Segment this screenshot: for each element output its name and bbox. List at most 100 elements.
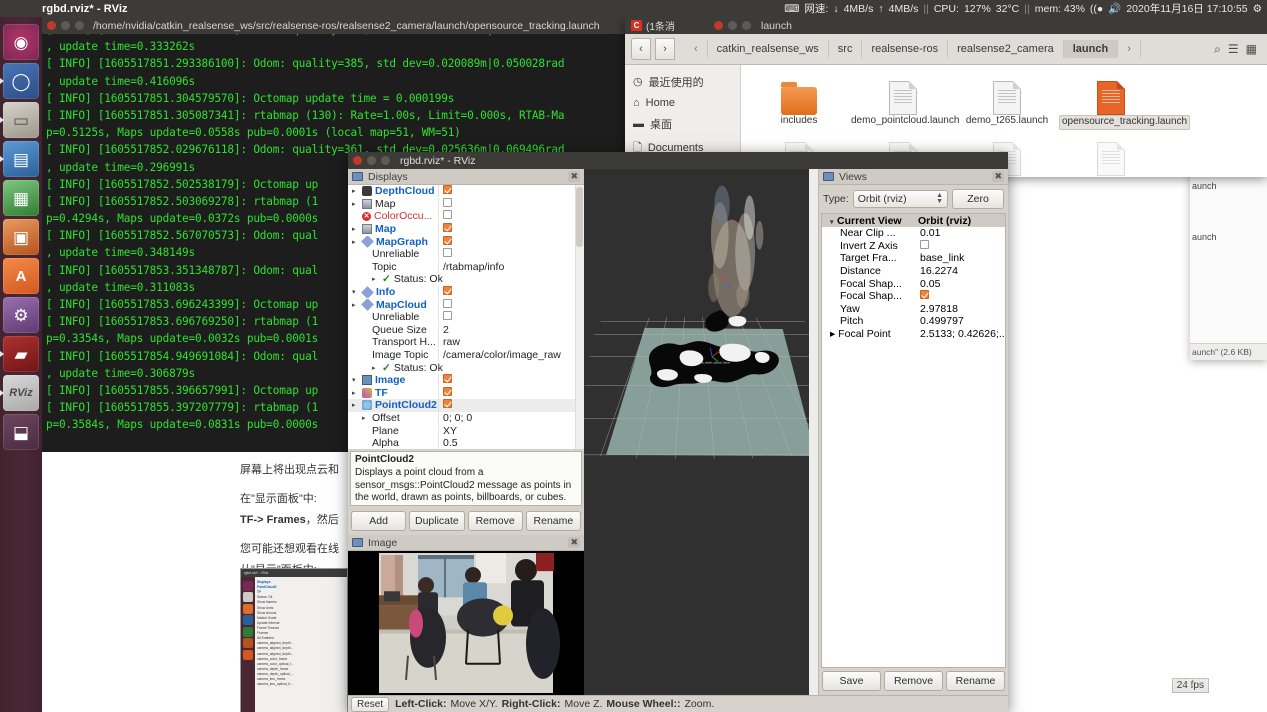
forward-button[interactable]: › <box>655 38 675 60</box>
display-row[interactable]: Unreliable <box>348 311 584 324</box>
scrollbar-thumb[interactable] <box>576 187 583 247</box>
display-row[interactable]: ▸ ✓ Status: Ok <box>348 273 584 286</box>
list-view-icon[interactable]: ☰ <box>1228 42 1239 56</box>
wifi-icon[interactable]: ((● <box>1090 3 1103 15</box>
view-type-select[interactable]: Orbit (rviz) ▲ ▼ <box>852 189 948 209</box>
save-view-button[interactable]: Save <box>822 671 881 691</box>
display-row-value[interactable] <box>438 374 584 387</box>
breadcrumb-realsense-ros[interactable]: realsense-ros <box>862 40 949 58</box>
display-row-value[interactable]: /rtabmap/info <box>438 260 584 273</box>
checkbox[interactable] <box>443 298 452 308</box>
view-property-row[interactable]: Focal Shap... 0.05 <box>822 277 1005 290</box>
expand-triangle-icon[interactable]: ▸ <box>352 187 359 195</box>
display-row[interactable]: Queue Size 2 <box>348 323 584 337</box>
terminal-minimize-button[interactable] <box>61 21 70 30</box>
launcher-item-files[interactable]: ▭ <box>0 102 39 138</box>
display-row[interactable]: ▾ Info <box>348 286 584 299</box>
system-menu-icon[interactable]: ⚙ <box>1253 3 1262 15</box>
view-property-value[interactable]: 0.01 <box>918 227 1005 239</box>
file-item-demo-t265[interactable]: demo_t265.launch <box>955 73 1059 130</box>
view-property-row[interactable]: ▸ Focal Point 2.5133; 0.42626;... <box>822 328 1005 341</box>
view-property-row[interactable]: Invert Z Axis <box>822 239 1005 253</box>
display-row-value[interactable] <box>438 210 584 223</box>
image-panel-close-icon[interactable]: ✖ <box>568 537 580 548</box>
back-button[interactable]: ‹ <box>631 38 651 60</box>
checkbox[interactable] <box>443 210 452 220</box>
display-row-value[interactable] <box>438 185 584 198</box>
rviz-3d-viewport[interactable]: camera_depth_optical_frame <box>584 169 818 695</box>
expand-triangle-icon[interactable]: ▸ <box>372 275 379 283</box>
minimize-window-button[interactable] <box>728 21 737 30</box>
display-row[interactable]: Transport H... raw <box>348 336 584 349</box>
view-property-row[interactable]: Distance 16.2274 <box>822 265 1005 278</box>
displays-tree[interactable]: ▸ DepthCloud ▸ Map ✕ ColorOccu... ▸ Map ▸ MapGrap… <box>348 185 584 449</box>
viewport-scrollbar[interactable] <box>809 169 818 695</box>
duplicate-button[interactable]: Duplicate <box>409 511 465 531</box>
reset-button[interactable]: Reset <box>351 696 390 712</box>
launcher-item-writer[interactable]: ▤ <box>0 141 39 177</box>
nautilus-titlebar[interactable]: C (1条消 launch <box>625 17 1267 34</box>
terminal-titlebar[interactable]: /home/nvidia/catkin_realsense_ws/src/rea… <box>42 17 630 34</box>
display-row[interactable]: ▸ DepthCloud <box>348 185 584 198</box>
display-row-value[interactable] <box>438 286 584 299</box>
display-row-value[interactable] <box>438 298 584 311</box>
grid-view-icon[interactable]: ▦ <box>1246 42 1257 56</box>
remove-button[interactable]: Remove <box>467 511 523 531</box>
expand-triangle-icon[interactable]: ▸ <box>362 414 369 422</box>
display-row[interactable]: ▸ Map <box>348 197 584 211</box>
expand-triangle-icon[interactable]: ▸ <box>352 238 359 246</box>
close-window-button[interactable] <box>714 21 723 30</box>
checkbox[interactable] <box>443 286 452 296</box>
view-property-value[interactable]: 2.97818 <box>918 303 1005 315</box>
display-row-value[interactable]: 0; 0; 0 <box>438 411 584 424</box>
launcher-item-impress[interactable]: ▣ <box>3 219 39 255</box>
checkbox[interactable] <box>443 197 452 207</box>
launcher-item-rviz[interactable]: RViz <box>0 375 39 411</box>
checkbox[interactable] <box>443 311 452 321</box>
chromium-taskbar-item[interactable]: C (1条消 <box>625 17 681 34</box>
display-row[interactable]: Topic/rtabmap/info <box>348 260 584 274</box>
view-property-row[interactable]: Pitch 0.499797 <box>822 315 1005 328</box>
checkbox[interactable] <box>443 386 452 396</box>
view-property-row[interactable]: Near Clip ... 0.01 <box>822 227 1005 240</box>
launcher-item-settings[interactable]: ⚙ <box>3 297 39 333</box>
views-tree[interactable]: ▾ Current View Orbit (rviz) Near Clip ...… <box>821 213 1006 668</box>
checkbox[interactable] <box>920 290 929 300</box>
breadcrumb-realsense2_camera[interactable]: realsense2_camera <box>948 40 1064 58</box>
display-row-value[interactable] <box>438 235 584 248</box>
display-row[interactable]: ▸ MapGraph <box>348 235 584 248</box>
rviz-minimize-button[interactable] <box>367 156 376 165</box>
launcher-item-software[interactable]: A <box>3 258 39 294</box>
expand-triangle-icon[interactable]: ▾ <box>352 288 359 296</box>
view-property-row[interactable]: Yaw 2.97818 <box>822 303 1005 316</box>
view-property-value[interactable]: 0.499797 <box>918 315 1005 327</box>
display-row-value[interactable]: /camera/color/image_raw <box>438 349 584 362</box>
launcher-item-calc[interactable]: ▦ <box>3 180 39 216</box>
display-row[interactable]: ▾ Image <box>348 374 584 387</box>
launcher-item-terminal[interactable]: ▰ <box>0 336 39 372</box>
terminal-close-button[interactable] <box>47 21 56 30</box>
expand-triangle-icon[interactable]: ▸ <box>372 364 379 372</box>
display-row[interactable]: ▸ Offset 0; 0; 0 <box>348 411 584 425</box>
display-row[interactable]: Image Topic/camera/color/image_raw <box>348 349 584 362</box>
file-item-demo-pointcloud[interactable]: demo_pointcloud.launch <box>851 73 959 130</box>
checkbox[interactable] <box>443 235 452 245</box>
expand-triangle-icon[interactable]: ▸ <box>352 401 359 409</box>
display-row[interactable]: ✕ ColorOccu... <box>348 210 584 223</box>
display-row[interactable]: ▸ MapCloud <box>348 298 584 311</box>
maximize-window-button[interactable] <box>742 21 751 30</box>
keyboard-icon[interactable]: ⌨ <box>784 3 799 15</box>
breadcrumb-launch[interactable]: launch <box>1063 40 1119 58</box>
launcher-item-ubuntu-dash[interactable]: ◉ <box>3 24 39 60</box>
view-property-row[interactable]: Focal Shap... <box>822 290 1005 303</box>
nautilus-window-behind[interactable]: nera_ aunch aunch aunch" (2.6 KB) <box>1190 160 1267 360</box>
breadcrumb-up[interactable]: ‹ <box>685 40 708 58</box>
display-row-value[interactable] <box>438 311 584 324</box>
expand-triangle-icon[interactable]: ▸ <box>352 225 359 233</box>
display-row-value[interactable] <box>438 197 584 210</box>
expand-triangle-icon[interactable]: ▸ <box>352 301 359 309</box>
rename-view-button[interactable]: Rename <box>946 671 1005 691</box>
views-close-icon[interactable]: ✖ <box>992 171 1004 182</box>
breadcrumb-next[interactable]: › <box>1118 40 1141 58</box>
expand-triangle-icon[interactable]: ▸ <box>352 200 359 208</box>
